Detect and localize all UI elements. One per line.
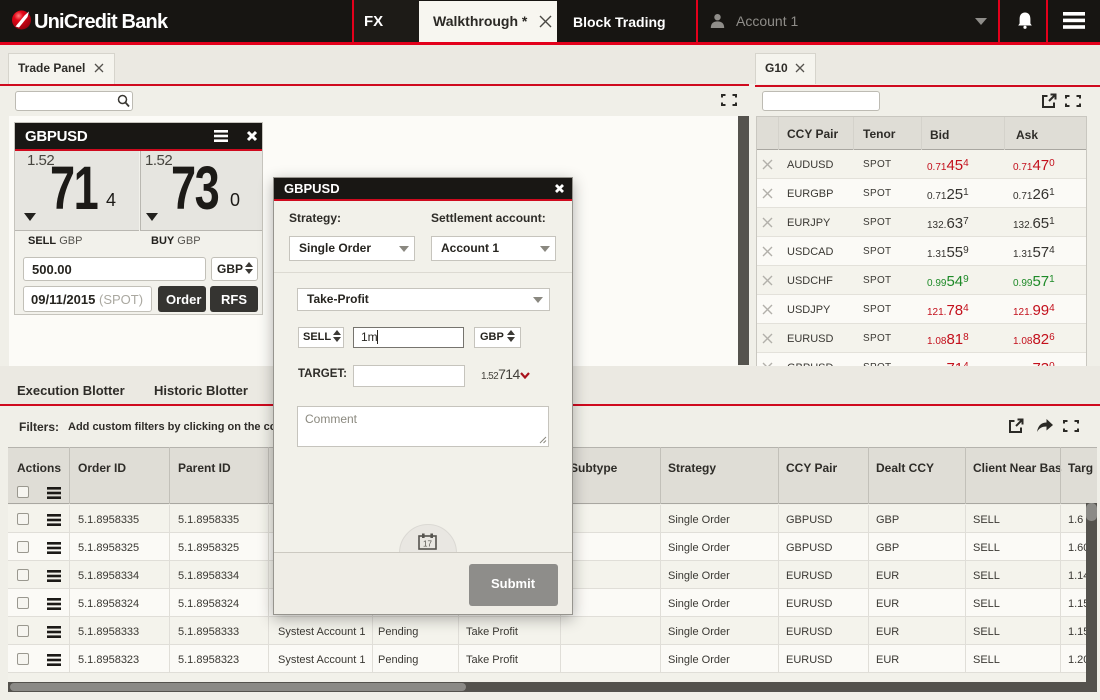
svg-text:17: 17 — [423, 540, 432, 549]
